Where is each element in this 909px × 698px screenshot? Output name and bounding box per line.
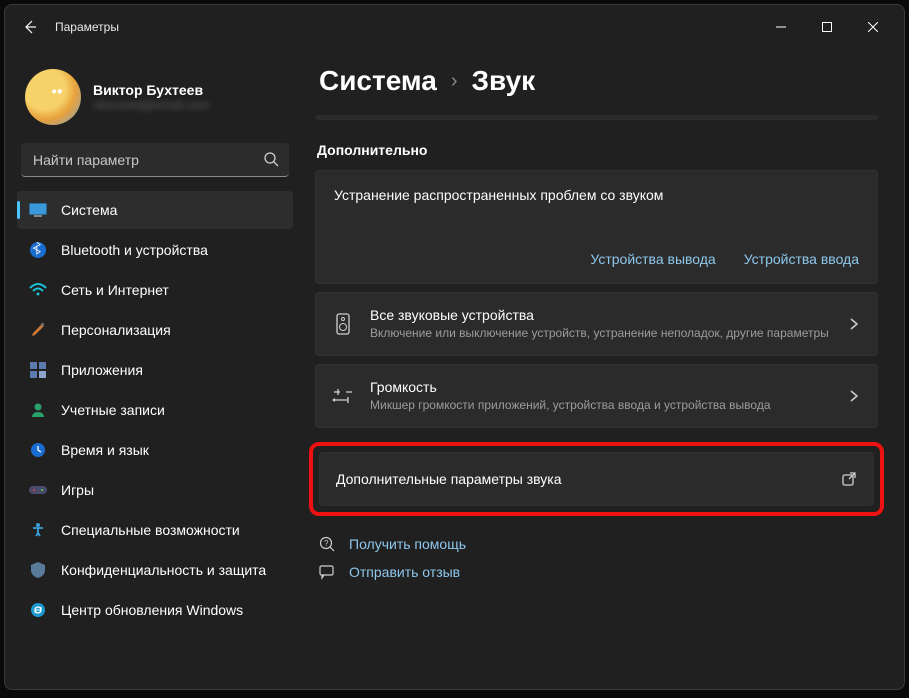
- search-icon: [263, 151, 279, 167]
- maximize-button[interactable]: [804, 11, 850, 43]
- privacy-icon: [29, 561, 47, 579]
- card-title: Дополнительные параметры звука: [336, 471, 825, 487]
- accessibility-icon: [29, 521, 47, 539]
- sidebar-item-label: Персонализация: [61, 322, 171, 338]
- user-name: Виктор Бухтеев: [93, 82, 209, 98]
- brush-icon: [29, 321, 47, 339]
- sidebar-item-network[interactable]: Сеть и Интернет: [17, 271, 293, 309]
- window-title: Параметры: [55, 20, 119, 34]
- card-volume[interactable]: Громкость Микшер громкости приложений, у…: [315, 364, 878, 428]
- breadcrumb-current: Звук: [472, 65, 536, 97]
- link-label: Получить помощь: [349, 536, 466, 552]
- sidebar: Виктор Бухтеев obscured@email.com Систем…: [5, 49, 305, 689]
- sidebar-item-gaming[interactable]: Игры: [17, 471, 293, 509]
- sidebar-item-label: Сеть и Интернет: [61, 282, 169, 298]
- time-icon: [29, 441, 47, 459]
- sidebar-item-time-language[interactable]: Время и язык: [17, 431, 293, 469]
- sidebar-item-accessibility[interactable]: Специальные возможности: [17, 511, 293, 549]
- settings-window: Параметры Виктор Бухтеев obscured@email.…: [4, 4, 905, 690]
- feedback-icon: [319, 564, 337, 580]
- help-icon: ?: [319, 536, 337, 552]
- sidebar-item-apps[interactable]: Приложения: [17, 351, 293, 389]
- footer-links: ? Получить помощь Отправить отзыв: [315, 530, 878, 586]
- avatar: [25, 69, 81, 125]
- svg-text:?: ?: [324, 539, 329, 548]
- input-devices-button[interactable]: Устройства ввода: [744, 251, 859, 267]
- sidebar-item-label: Bluetooth и устройства: [61, 242, 208, 258]
- scroll-indicator: [315, 115, 878, 120]
- titlebar: Параметры: [5, 5, 904, 49]
- sidebar-item-label: Специальные возможности: [61, 522, 240, 538]
- main-content: Система › Звук Дополнительно Устранение …: [305, 49, 904, 689]
- minimize-button[interactable]: [758, 11, 804, 43]
- sidebar-item-bluetooth[interactable]: Bluetooth и устройства: [17, 231, 293, 269]
- sidebar-item-accounts[interactable]: Учетные записи: [17, 391, 293, 429]
- card-title: Устранение распространенных проблем со з…: [334, 187, 859, 203]
- highlight-box: Дополнительные параметры звука: [309, 442, 884, 516]
- breadcrumb: Система › Звук: [315, 65, 878, 97]
- games-icon: [29, 481, 47, 499]
- section-label-more: Дополнительно: [315, 142, 878, 158]
- breadcrumb-parent[interactable]: Система: [319, 65, 437, 97]
- chevron-right-icon: [847, 389, 861, 403]
- nav: Система Bluetooth и устройства Сеть и Ин…: [15, 191, 295, 629]
- window-controls: [758, 11, 896, 43]
- card-all-devices[interactable]: Все звуковые устройства Включение или вы…: [315, 292, 878, 356]
- sidebar-item-label: Центр обновления Windows: [61, 602, 243, 618]
- sidebar-item-label: Игры: [61, 482, 94, 498]
- chevron-right-icon: [847, 317, 861, 331]
- card-subtitle: Микшер громкости приложений, устройства …: [370, 397, 831, 413]
- update-icon: [29, 601, 47, 619]
- chevron-right-icon: ›: [451, 70, 458, 93]
- output-devices-button[interactable]: Устройства вывода: [590, 251, 715, 267]
- card-title: Все звуковые устройства: [370, 307, 831, 323]
- account-icon: [29, 401, 47, 419]
- sidebar-item-label: Конфиденциальность и защита: [61, 562, 266, 578]
- user-email: obscured@email.com: [93, 98, 209, 112]
- card-subtitle: Включение или выключение устройств, устр…: [370, 325, 831, 341]
- give-feedback-link[interactable]: Отправить отзыв: [319, 564, 874, 580]
- sidebar-item-update[interactable]: Центр обновления Windows: [17, 591, 293, 629]
- link-label: Отправить отзыв: [349, 564, 460, 580]
- search-box: [21, 143, 289, 177]
- system-icon: [29, 201, 47, 219]
- card-advanced-sound[interactable]: Дополнительные параметры звука: [319, 452, 874, 506]
- card-troubleshoot: Устранение распространенных проблем со з…: [315, 170, 878, 284]
- sidebar-item-label: Учетные записи: [61, 402, 165, 418]
- apps-icon: [29, 361, 47, 379]
- sidebar-item-label: Система: [61, 202, 117, 218]
- bluetooth-icon: [29, 241, 47, 259]
- sidebar-item-label: Приложения: [61, 362, 143, 378]
- sidebar-item-label: Время и язык: [61, 442, 149, 458]
- close-button[interactable]: [850, 11, 896, 43]
- sidebar-item-system[interactable]: Система: [17, 191, 293, 229]
- search-input[interactable]: [21, 143, 289, 177]
- external-link-icon: [841, 471, 857, 487]
- get-help-link[interactable]: ? Получить помощь: [319, 536, 874, 552]
- sidebar-item-personalization[interactable]: Персонализация: [17, 311, 293, 349]
- mixer-icon: [332, 385, 354, 407]
- back-button[interactable]: [13, 10, 47, 44]
- card-title: Громкость: [370, 379, 831, 395]
- sidebar-item-privacy[interactable]: Конфиденциальность и защита: [17, 551, 293, 589]
- wifi-icon: [29, 281, 47, 299]
- speaker-icon: [332, 313, 354, 335]
- user-block[interactable]: Виктор Бухтеев obscured@email.com: [15, 57, 295, 141]
